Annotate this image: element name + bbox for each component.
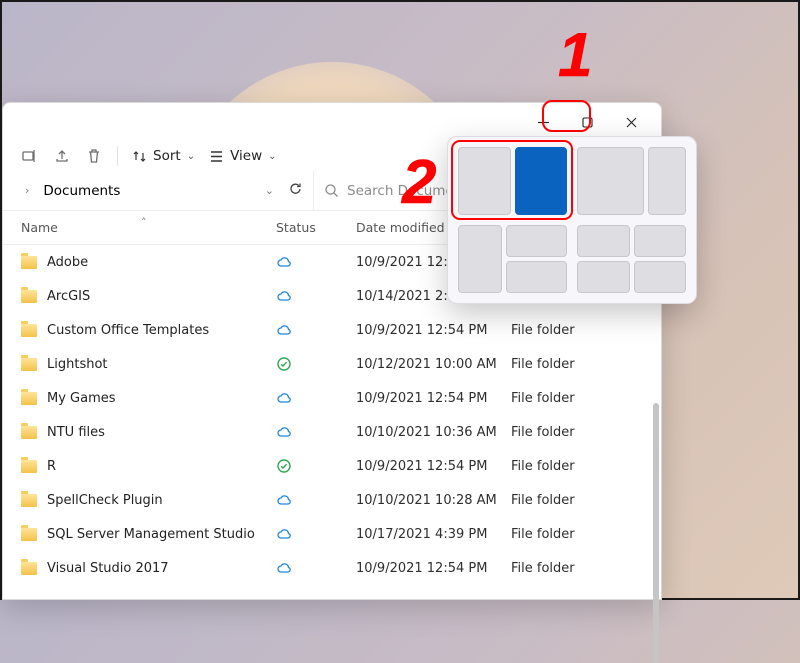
file-type: File folder	[511, 391, 631, 406]
file-status	[276, 526, 356, 542]
folder-icon	[21, 460, 37, 473]
snap-layout-quad[interactable]	[577, 225, 686, 293]
folder-icon	[21, 528, 37, 541]
file-date: 10/9/2021 12:54 PM	[356, 323, 511, 338]
snap-zone[interactable]	[577, 261, 630, 293]
file-name: SQL Server Management Studio	[47, 527, 255, 542]
file-type: File folder	[511, 459, 631, 474]
folder-icon	[21, 324, 37, 337]
share-icon[interactable]	[53, 147, 71, 165]
file-date: 10/10/2021 10:28 AM	[356, 493, 511, 508]
file-status	[276, 288, 356, 304]
file-name: ArcGIS	[47, 289, 90, 304]
file-name: Visual Studio 2017	[47, 561, 169, 576]
file-date: 10/9/2021 12:54 PM	[356, 561, 511, 576]
file-name: My Games	[47, 391, 116, 406]
snap-zone[interactable]	[458, 225, 502, 293]
snap-zone[interactable]	[634, 225, 687, 257]
file-name: SpellCheck Plugin	[47, 493, 163, 508]
table-row[interactable]: R 10/9/2021 12:54 PMFile folder	[3, 449, 661, 483]
file-name: Lightshot	[47, 357, 108, 372]
search-icon	[324, 183, 339, 198]
file-status	[276, 458, 356, 474]
file-name: NTU files	[47, 425, 105, 440]
snap-zone[interactable]	[577, 147, 644, 215]
column-header-status[interactable]: Status	[276, 220, 356, 235]
sort-ascending-icon: ˄	[141, 216, 147, 229]
file-status	[276, 322, 356, 338]
snap-layout-one-plus-two[interactable]	[458, 225, 567, 293]
sort-button[interactable]: Sort ⌄	[132, 148, 195, 164]
column-header-name[interactable]: Name ˄	[21, 220, 276, 235]
annotation-highlight-2	[451, 140, 573, 220]
separator	[117, 146, 118, 166]
file-type: File folder	[511, 323, 631, 338]
file-status	[276, 560, 356, 576]
file-type: File folder	[511, 425, 631, 440]
file-type: File folder	[511, 561, 631, 576]
file-status	[276, 424, 356, 440]
file-date: 10/9/2021 12:54 PM	[356, 391, 511, 406]
snap-zone[interactable]	[506, 261, 567, 293]
file-status	[276, 356, 356, 372]
rename-icon[interactable]	[21, 147, 39, 165]
breadcrumb-current[interactable]: Documents	[43, 183, 120, 199]
sort-label: Sort	[153, 148, 181, 164]
table-row[interactable]: SpellCheck Plugin 10/10/2021 10:28 AMFile…	[3, 483, 661, 517]
annotation-highlight-1	[542, 100, 591, 132]
annotation-number-2: 2	[402, 147, 436, 218]
folder-icon	[21, 562, 37, 575]
folder-icon	[21, 358, 37, 371]
folder-icon	[21, 494, 37, 507]
snap-zone[interactable]	[634, 261, 687, 293]
file-date: 10/17/2021 4:39 PM	[356, 527, 511, 542]
file-date: 10/10/2021 10:36 AM	[356, 425, 511, 440]
folder-icon	[21, 290, 37, 303]
table-row[interactable]: SQL Server Management Studio 10/17/2021 4…	[3, 517, 661, 551]
file-name: R	[47, 459, 56, 474]
close-button[interactable]	[609, 107, 653, 137]
file-type: File folder	[511, 357, 631, 372]
delete-icon[interactable]	[85, 147, 103, 165]
file-name: Adobe	[47, 255, 88, 270]
folder-icon	[21, 392, 37, 405]
table-row[interactable]: Visual Studio 2017 10/9/2021 12:54 PMFile…	[3, 551, 661, 585]
folder-icon	[21, 256, 37, 269]
folder-icon	[21, 426, 37, 439]
view-label: View	[230, 148, 262, 164]
breadcrumb-dropdown-icon[interactable]: ⌄	[265, 184, 274, 197]
file-status	[276, 254, 356, 270]
refresh-button[interactable]	[288, 181, 303, 200]
snap-zone[interactable]	[577, 225, 630, 257]
file-name: Custom Office Templates	[47, 323, 209, 338]
table-row[interactable]: Custom Office Templates 10/9/2021 12:54 P…	[3, 313, 661, 347]
view-button[interactable]: View ⌄	[209, 148, 276, 164]
chevron-down-icon: ⌄	[187, 151, 195, 162]
file-type: File folder	[511, 493, 631, 508]
snap-layout-split-two-thirds[interactable]	[577, 147, 686, 215]
table-row[interactable]: Lightshot 10/12/2021 10:00 AMFile folder	[3, 347, 661, 381]
file-date: 10/9/2021 12:54 PM	[356, 459, 511, 474]
file-type: File folder	[511, 527, 631, 542]
chevron-down-icon: ⌄	[268, 151, 276, 162]
file-date: 10/12/2021 10:00 AM	[356, 357, 511, 372]
file-status	[276, 390, 356, 406]
scrollbar-thumb[interactable]	[653, 403, 659, 663]
table-row[interactable]: NTU files 10/10/2021 10:36 AMFile folder	[3, 415, 661, 449]
file-status	[276, 492, 356, 508]
annotation-number-1: 1	[558, 20, 592, 91]
snap-zone[interactable]	[506, 225, 567, 257]
snap-zone[interactable]	[648, 147, 686, 215]
table-row[interactable]: My Games 10/9/2021 12:54 PMFile folder	[3, 381, 661, 415]
breadcrumb-chevron-icon[interactable]: ›	[21, 184, 33, 197]
